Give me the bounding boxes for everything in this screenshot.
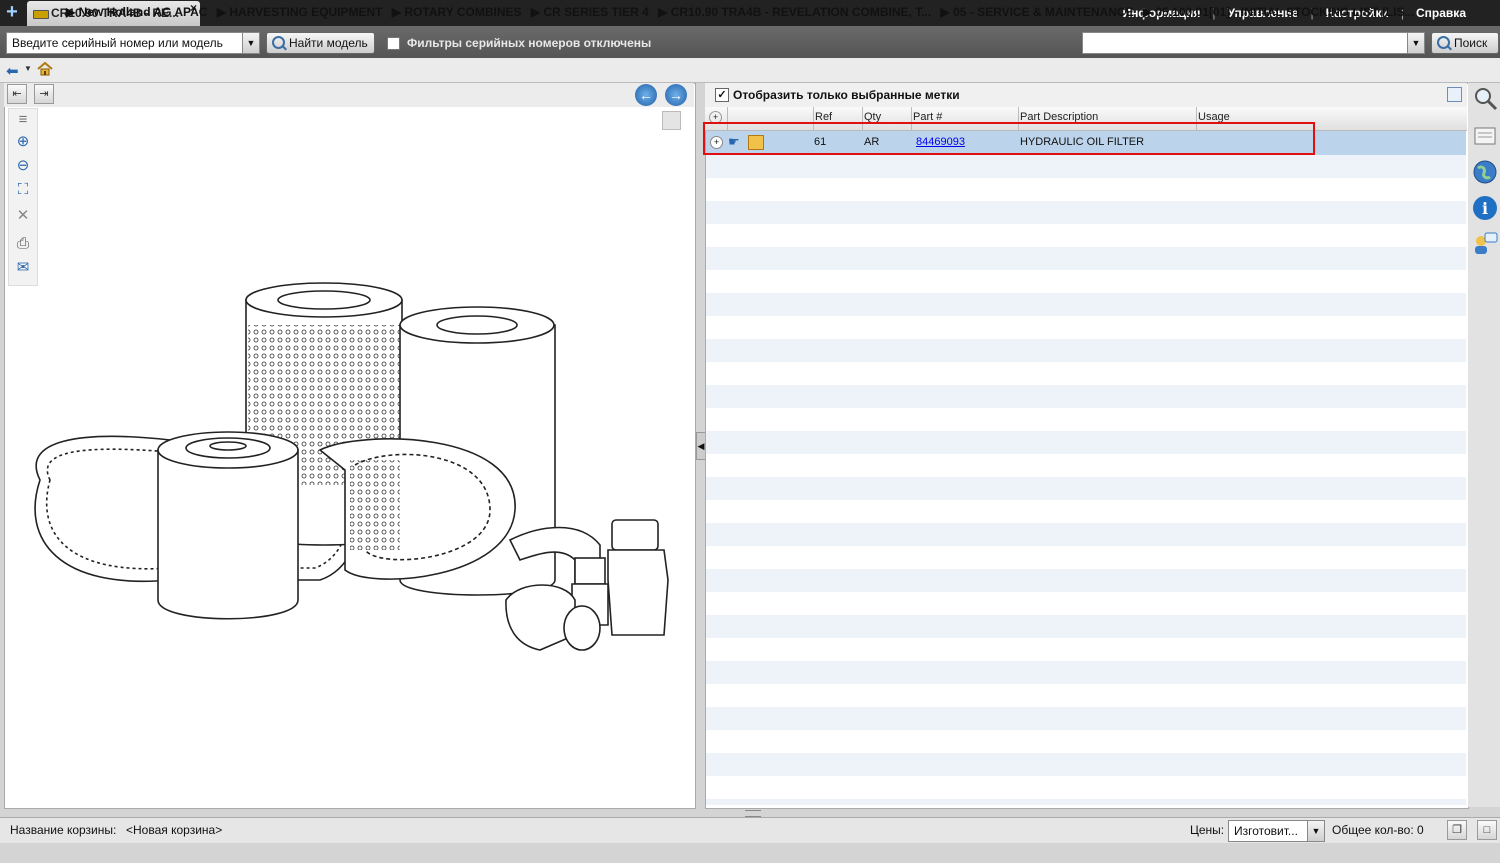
parts-illustration[interactable] [20,280,680,660]
search-icon [272,36,285,49]
combine-icon [33,10,49,19]
svg-text:i: i [1482,199,1488,218]
horizontal-splitter[interactable] [745,810,761,817]
print-icon[interactable]: ⎙ [13,235,33,253]
chevron-down-icon[interactable]: ▼ [1307,821,1324,841]
basket-label: Название корзины: [10,823,117,837]
status-bar [0,843,1500,863]
zoom-in-icon[interactable]: ⊕ [13,133,33,151]
expand-view-icon[interactable] [662,111,681,130]
breadcrumb-item[interactable]: ▶ 05.100.01[01] - INITIAL STOCKING LIST … [1143,5,1415,19]
home-icon[interactable] [37,61,53,77]
basket-name[interactable]: <Новая корзина> [126,823,222,837]
add-tab-button[interactable]: + [3,2,21,22]
previous-page-button[interactable]: ← [635,84,657,106]
find-model-button[interactable]: Найти модель [266,32,375,54]
prices-value: Изготовит... [1234,824,1298,838]
chevron-down-icon[interactable]: ▼ [24,64,32,73]
expand-right-icon[interactable]: ⇥ [34,84,54,104]
collapse-left-icon[interactable]: ⇤ [7,84,27,104]
email-icon[interactable]: ✉ [13,259,33,277]
info-icon[interactable]: i [1472,195,1498,221]
selection-highlight [703,122,1315,155]
breadcrumb-item[interactable]: ▶ ROTARY COMBINES [392,5,522,19]
support-chat-icon[interactable] [1472,231,1498,257]
breadcrumb-items: ▶ New Holland AG APAC ▶ HARVESTING EQUIP… [66,5,1420,19]
illustration-toolbar [4,83,694,107]
serial-number-combo[interactable]: Введите серийный номер или модель ▼ [6,32,260,54]
search-button[interactable]: Поиск [1431,32,1499,54]
prices-label: Цены: [1190,823,1225,837]
breadcrumb-item[interactable]: ▶ CR SERIES TIER 4 [531,5,649,19]
chevron-down-icon[interactable]: ▼ [242,33,259,53]
maximize-window-icon[interactable]: □ [1477,820,1497,840]
breadcrumb-item[interactable]: ▶ CR10.90 TRA4B - REVELATION COMBINE, T.… [658,5,931,19]
breadcrumb [0,58,1500,83]
breadcrumb-item[interactable]: ▶ 05 - SERVICE & MAINTENANCE [941,5,1134,19]
serial-filter-label: Фильтры серийных номеров отключены [407,36,652,50]
only-selected-label: Отобразить только выбранные метки [733,88,960,102]
only-selected-checkbox[interactable]: ✓ [715,88,729,102]
breadcrumb-item[interactable]: ▶ HARVESTING EQUIPMENT [217,5,383,19]
search-icon[interactable] [1472,85,1498,111]
fit-to-screen-icon[interactable]: ⛶ [13,181,33,199]
zoom-out-icon[interactable]: ⊖ [13,157,33,175]
catalog-icon[interactable] [1472,123,1498,149]
back-arrow-icon[interactable]: ⬅ [6,62,19,80]
clear-selection-icon[interactable]: ✕ [13,207,33,225]
grip-icon: ≡ [18,111,28,128]
empty-rows [706,155,1466,805]
total-quantity: Общее кол-во: 0 [1332,823,1424,837]
illustration-tools: ≡ ⊕ ⊖ ⛶ ✕ ⎙ ✉ [8,108,38,286]
serial-number-value: Введите серийный номер или модель [12,36,223,50]
breadcrumb-item[interactable]: ▶ New Holland AG APAC [66,5,207,19]
next-page-button[interactable]: → [665,84,687,106]
search-input[interactable]: ▼ [1082,32,1425,54]
find-model-label: Найти модель [289,36,368,50]
search-button-label: Поиск [1454,36,1488,50]
right-sidebar: i [1468,83,1500,807]
serial-filter-checkbox[interactable] [387,37,400,50]
chevron-down-icon[interactable]: ▼ [1407,33,1424,53]
columns-settings-icon[interactable] [1447,87,1462,102]
search-icon [1437,36,1450,49]
globe-icon[interactable] [1472,159,1498,185]
prices-select[interactable]: Изготовит... ▼ [1228,820,1325,842]
restore-window-icon[interactable]: ❐ [1447,820,1467,840]
